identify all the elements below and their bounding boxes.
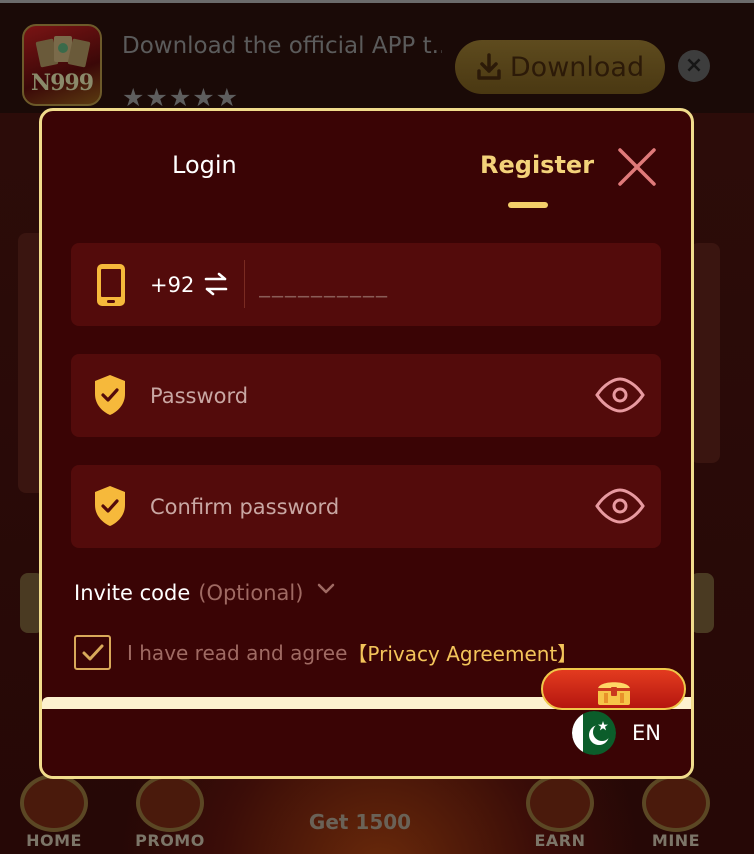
- banner-title: Download the official APP t...: [122, 33, 442, 59]
- nav-earn[interactable]: EARN: [510, 770, 610, 854]
- active-tab-indicator: [508, 202, 548, 208]
- cards-icon: [35, 36, 91, 68]
- nav-promo-label: PROMO: [135, 831, 205, 850]
- nav-mine-label: MINE: [651, 831, 701, 850]
- side-decoration: [690, 243, 720, 463]
- shield-check-icon: [95, 486, 125, 526]
- get-bonus-label[interactable]: Get 1500: [300, 810, 420, 834]
- password-field: [71, 354, 661, 437]
- phone-divider: [244, 260, 245, 308]
- shield-check-icon: [95, 375, 125, 415]
- phone-field: +92: [71, 243, 661, 326]
- download-icon: [477, 53, 501, 80]
- password-input[interactable]: [150, 376, 570, 416]
- home-icon: [20, 774, 88, 832]
- checkmark-icon: [82, 644, 103, 660]
- download-label: Download: [509, 51, 645, 83]
- download-banner: N999 Download the official APP t... ★★★★…: [0, 3, 754, 113]
- agreement-text: I have read and agree: [127, 640, 348, 665]
- nav-mine[interactable]: MINE: [626, 770, 726, 854]
- eye-icon[interactable]: [595, 488, 645, 524]
- invite-optional-label: (Optional): [198, 581, 304, 605]
- nav-earn-label: EARN: [534, 831, 586, 850]
- confirm-password-field: [71, 465, 661, 548]
- tab-login[interactable]: Login: [172, 151, 237, 179]
- app-logo: N999: [22, 24, 102, 106]
- nav-home[interactable]: HOME: [4, 770, 104, 854]
- confirm-password-input[interactable]: [150, 487, 570, 527]
- country-code[interactable]: +92: [150, 273, 194, 297]
- eye-icon[interactable]: [595, 377, 645, 413]
- privacy-agreement-link[interactable]: 【Privacy Agreement】: [347, 638, 577, 667]
- invite-code-toggle[interactable]: Invite code (Optional): [74, 581, 335, 605]
- close-icon[interactable]: [616, 146, 658, 188]
- pakistan-flag-icon: [572, 711, 616, 755]
- download-button[interactable]: Download: [455, 40, 665, 94]
- nav-promo[interactable]: PROMO: [120, 770, 220, 854]
- language-label: EN: [632, 721, 661, 745]
- app-logo-text: N999: [30, 70, 94, 96]
- promo-icon: [136, 774, 204, 832]
- language-selector[interactable]: EN: [572, 711, 661, 755]
- chevron-down-icon: [318, 583, 335, 594]
- treasure-chest-icon: [598, 682, 630, 705]
- agreement-row: I have read and agree 【Privacy Agreement…: [74, 635, 577, 670]
- earn-icon: [526, 774, 594, 832]
- tab-register[interactable]: Register: [480, 151, 594, 179]
- nav-home-label: HOME: [26, 831, 82, 850]
- swap-icon[interactable]: [203, 271, 229, 297]
- mine-icon: [642, 774, 710, 832]
- invite-code-label: Invite code: [74, 581, 191, 605]
- agreement-checkbox[interactable]: [74, 635, 111, 670]
- close-banner-button[interactable]: ×: [678, 50, 710, 82]
- treasure-chest-button[interactable]: [541, 668, 686, 710]
- phone-icon: [97, 264, 125, 306]
- phone-input[interactable]: [259, 265, 639, 305]
